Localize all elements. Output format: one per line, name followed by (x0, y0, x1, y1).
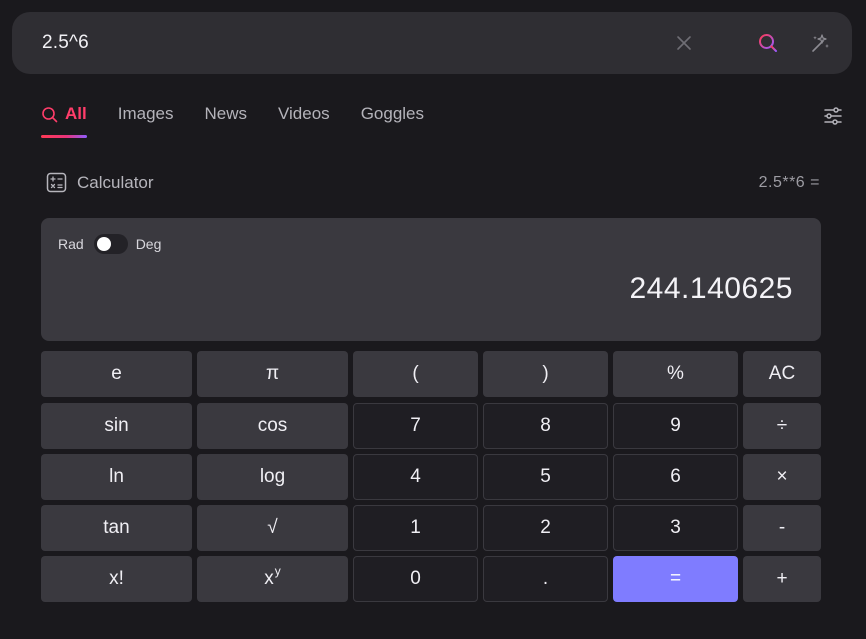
key-cos[interactable]: cos (197, 403, 348, 449)
key-2[interactable]: 2 (483, 505, 608, 551)
key-7[interactable]: 7 (353, 403, 478, 449)
tab-search-icon (42, 107, 58, 123)
calculator-display: Rad Deg 244.140625 (41, 218, 821, 341)
key-decimal[interactable]: . (483, 556, 608, 602)
key-4[interactable]: 4 (353, 454, 478, 500)
key-factorial[interactable]: x! (41, 556, 192, 602)
calculator-expression: 2.5**6 = (758, 174, 820, 191)
calculator-icon (46, 172, 67, 193)
key-9[interactable]: 9 (613, 403, 738, 449)
search-icon (759, 34, 777, 52)
calculator-result: 244.140625 (629, 272, 793, 305)
search-input[interactable]: 2.5^6 (42, 32, 89, 54)
key-power-exponent: y (274, 564, 281, 578)
key-tan[interactable]: tan (41, 505, 192, 551)
key-log[interactable]: log (197, 454, 348, 500)
filter-sliders-icon (824, 107, 842, 125)
key-3[interactable]: 3 (613, 505, 738, 551)
key-multiply[interactable]: × (743, 454, 821, 500)
key-e[interactable]: e (41, 351, 192, 397)
tab-goggles[interactable]: Goggles (361, 104, 424, 138)
search-tabs: All Images News Videos Goggles (41, 104, 455, 140)
key-sin[interactable]: sin (41, 403, 192, 449)
filter-button[interactable] (820, 103, 846, 129)
key-ln[interactable]: ln (41, 454, 192, 500)
key-1[interactable]: 1 (353, 505, 478, 551)
key-equals[interactable]: = (613, 556, 738, 602)
key-percent[interactable]: % (613, 351, 738, 397)
key-all-clear[interactable]: AC (743, 351, 821, 397)
search-bar[interactable]: 2.5^6 (12, 12, 852, 74)
tab-images[interactable]: Images (118, 104, 174, 138)
ai-sparkle-icon (812, 34, 829, 52)
key-power[interactable]: xy (197, 556, 348, 602)
angle-mode-toggle[interactable] (93, 234, 128, 254)
key-right-paren[interactable]: ) (483, 351, 608, 397)
tab-videos[interactable]: Videos (278, 104, 330, 138)
key-sqrt[interactable]: √ (197, 505, 348, 551)
tab-news-label: News (204, 104, 247, 123)
key-plus[interactable]: + (743, 556, 821, 602)
tab-goggles-label: Goggles (360, 104, 425, 123)
key-8[interactable]: 8 (483, 403, 608, 449)
key-6[interactable]: 6 (613, 454, 738, 500)
ai-assist-button[interactable] (805, 28, 835, 58)
toggle-knob (96, 237, 111, 251)
calculator-header: Calculator (46, 172, 154, 193)
tab-images-label: Images (117, 104, 174, 123)
key-pi[interactable]: π (197, 351, 348, 397)
key-power-base: x (264, 568, 274, 589)
tab-all-label: All (65, 104, 87, 123)
key-left-paren[interactable]: ( (353, 351, 478, 397)
tab-news[interactable]: News (204, 104, 247, 138)
rad-label: Rad (58, 236, 84, 252)
key-minus[interactable]: - (743, 505, 821, 551)
key-5[interactable]: 5 (483, 454, 608, 500)
key-0[interactable]: 0 (353, 556, 478, 602)
calculator-title: Calculator (77, 172, 154, 192)
key-divide[interactable]: ÷ (743, 403, 821, 449)
angle-mode-toggle-row: Rad Deg (58, 234, 161, 254)
clear-button[interactable] (669, 28, 699, 58)
tab-all[interactable]: All (41, 104, 87, 138)
clear-icon (677, 36, 691, 50)
search-button[interactable] (753, 28, 783, 58)
tab-videos-label: Videos (278, 104, 330, 123)
deg-label: Deg (135, 236, 162, 252)
